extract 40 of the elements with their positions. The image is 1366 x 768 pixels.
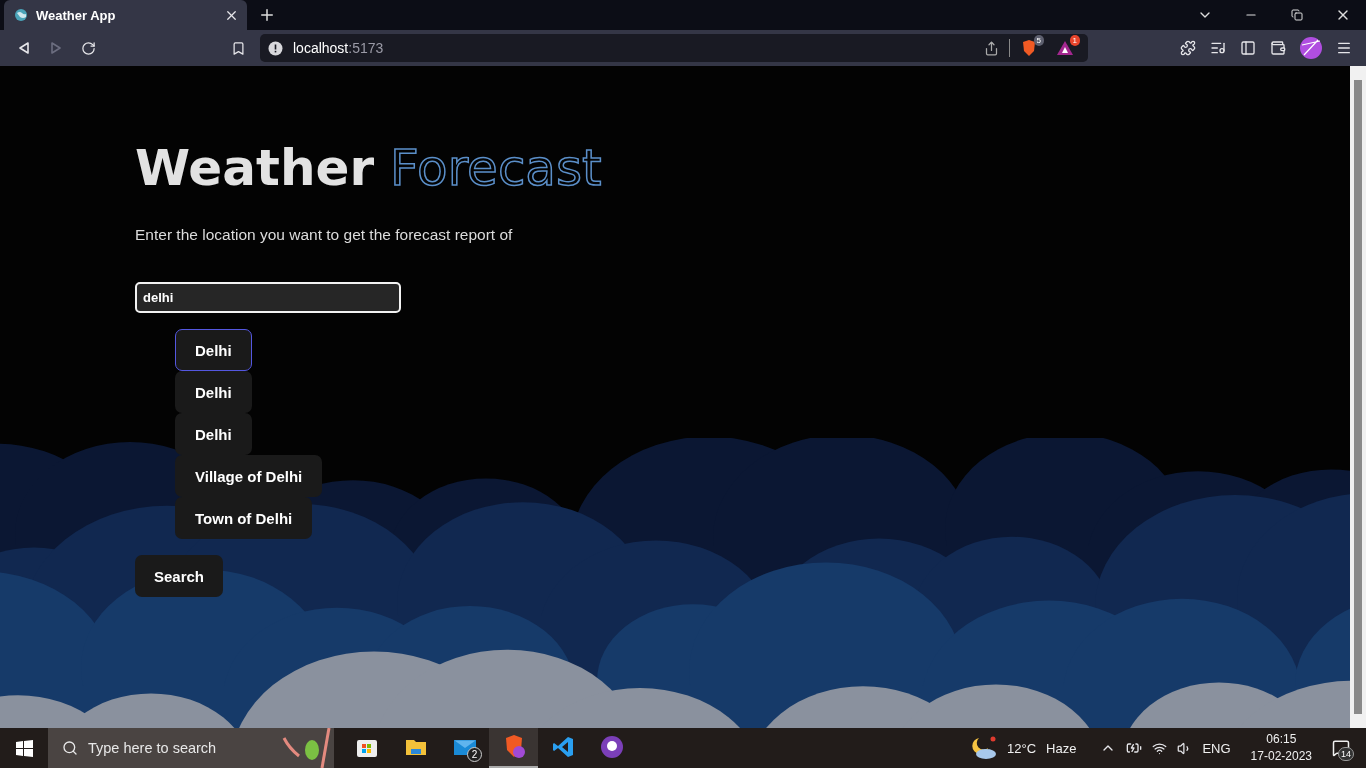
windows-icon <box>15 739 33 757</box>
suggestion-item[interactable]: Town of Delhi <box>175 497 313 539</box>
battery-icon[interactable] <box>1126 740 1143 756</box>
location-field[interactable]: delhi <box>135 282 401 313</box>
lion-shield-icon[interactable] <box>1020 39 1038 57</box>
suggestion-item[interactable]: Delhi <box>175 413 252 455</box>
count-badge: 5 <box>1033 35 1044 46</box>
address-bar[interactable]: localhost:5173 5 1 <box>260 34 1088 62</box>
suggestion-item[interactable]: Delhi <box>175 329 252 371</box>
language-text[interactable]: ENG <box>1202 740 1231 756</box>
suggestion-item[interactable]: Delhi <box>175 371 252 413</box>
share-icon[interactable] <box>984 40 999 56</box>
search-button[interactable]: Search <box>135 555 224 597</box>
menu-icon[interactable] <box>1336 40 1352 56</box>
wallet-icon[interactable] <box>1270 40 1286 56</box>
moon-cloud-icon <box>971 736 998 760</box>
count-badge: 1 <box>1069 35 1080 46</box>
url-text: localhost:5173 <box>293 40 385 56</box>
wifi-icon[interactable] <box>1152 740 1168 756</box>
count-badge: 2 <box>467 747 482 762</box>
taskbar-search-field[interactable]: Type here to search <box>48 728 334 768</box>
info-icon <box>268 40 283 56</box>
tab-title: Weather App <box>36 7 117 23</box>
scrollbar[interactable] <box>1350 66 1366 728</box>
triangle-icon[interactable] <box>1056 39 1074 57</box>
browser-tab[interactable]: Weather App <box>4 0 247 30</box>
avatar-icon[interactable] <box>1300 37 1322 59</box>
envelope-icon[interactable] <box>452 738 477 756</box>
weather-condition-text: Haze <box>1046 740 1077 756</box>
clock[interactable]: 06:15 17-02-2023 <box>1250 731 1312 765</box>
search-icon <box>62 740 78 756</box>
globe-icon <box>14 8 28 22</box>
page-title: Weather Forecast <box>135 138 602 199</box>
puzzle-icon[interactable] <box>1180 40 1196 56</box>
playlist-icon[interactable] <box>1210 40 1226 56</box>
suggestion-item[interactable]: Village of Delhi <box>175 455 323 497</box>
browser-app-icon[interactable] <box>489 728 538 768</box>
instruction-text: Enter the location you want to get the forecast report of <box>135 226 513 244</box>
sidebar-icon[interactable] <box>1240 40 1256 56</box>
temperature-text: 12°C <box>1007 740 1037 756</box>
